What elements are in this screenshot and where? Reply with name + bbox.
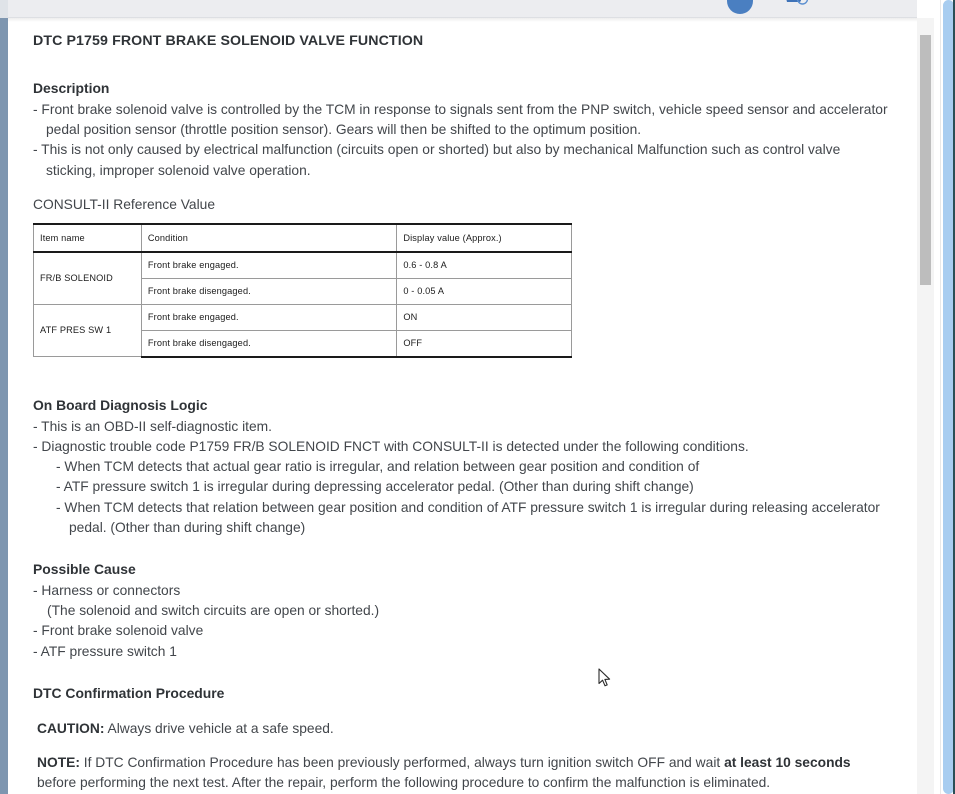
top-toolbar [8, 0, 917, 18]
header-item-name: Item name [33, 222, 142, 253]
left-sidebar-strip[interactable] [0, 0, 8, 794]
table-row: ATF PRES SW 1 Front brake engaged. ON [33, 303, 572, 358]
user-avatar-icon[interactable] [727, 0, 753, 14]
section-heading-possible-cause: Possible Cause [33, 561, 136, 578]
cell-display-value: 0 - 0.05 A [396, 277, 572, 305]
caution-paragraph: CAUTION: Always drive vehicle at a safe … [33, 719, 893, 739]
obd-logic-line-5: - When TCM detects that relation between… [56, 499, 880, 535]
caution-label: CAUTION: [37, 720, 105, 736]
note-paragraph: NOTE: If DTC Confirmation Procedure has … [33, 753, 893, 793]
note-text-bold: at least 10 seconds [724, 755, 851, 771]
table-header-row: Item name Condition Display value (Appro… [33, 222, 572, 253]
cell-item-name: FR/B SOLENOID [33, 251, 142, 305]
consult-reference-table: Item name Condition Display value (Appro… [33, 222, 572, 358]
possible-cause-line-3: - Front brake solenoid valve [33, 623, 204, 639]
caution-text: Always drive vehicle at a safe speed. [104, 720, 334, 736]
note-label: NOTE: [37, 755, 80, 771]
section-heading-description: Description [33, 80, 110, 96]
cell-condition: Front brake engaged. [140, 303, 398, 331]
header-condition: Condition [140, 222, 398, 253]
note-text-after: before performing the next test. After t… [37, 775, 771, 791]
table-row: FR/B SOLENOID Front brake engaged. 0.6 -… [33, 251, 572, 305]
toolbar-icon-group [727, 0, 809, 18]
cell-item-name: ATF PRES SW 1 [33, 303, 142, 358]
obd-logic-line-3: - When TCM detects that actual gear rati… [56, 459, 700, 475]
obd-logic-line-4: - ATF pressure switch 1 is irregular dur… [56, 479, 694, 495]
cell-display-value: ON [396, 303, 572, 331]
obd-logic-line-1: - This is an OBD-II self-diagnostic item… [33, 418, 272, 434]
cart-icon[interactable] [783, 0, 809, 10]
obd-logic-line-2: - Diagnostic trouble code P1759 FR/B SOL… [33, 439, 749, 455]
possible-cause-line-2: (The solenoid and switch circuits are op… [47, 603, 380, 619]
possible-cause-line-4: - ATF pressure switch 1 [33, 643, 177, 659]
document-content: DTC P1759 FRONT BRAKE SOLENOID VALVE FUN… [8, 18, 917, 794]
note-text-before: If DTC Confirmation Procedure has been p… [79, 755, 725, 771]
cell-display-value: 0.6 - 0.8 A [396, 251, 572, 279]
cell-condition: Front brake disengaged. [140, 277, 398, 305]
reference-caption: CONSULT-II Reference Value [33, 196, 215, 212]
page-title: DTC P1759 FRONT BRAKE SOLENOID VALVE FUN… [33, 33, 424, 49]
possible-cause-line-1: - Harness or connectors [33, 583, 181, 599]
description-line-1: - Front brake solenoid valve is controll… [33, 102, 888, 138]
section-heading-dtc-confirmation: DTC Confirmation Procedure [33, 684, 225, 701]
document-viewport[interactable]: DTC P1759 FRONT BRAKE SOLENOID VALVE FUN… [8, 18, 917, 794]
description-line-2: - This is not only caused by electrical … [33, 142, 841, 178]
cell-condition: Front brake engaged. [140, 251, 398, 279]
section-heading-obd-logic: On Board Diagnosis Logic [33, 396, 208, 413]
reference-table-wrap: Item name Condition Display value (Appro… [33, 222, 572, 358]
app-window: DTC P1759 FRONT BRAKE SOLENOID VALVE FUN… [0, 0, 955, 794]
cell-display-value: OFF [396, 329, 572, 358]
header-display-value: Display value (Approx.) [396, 222, 572, 253]
document-scrollbar-thumb[interactable] [920, 35, 931, 285]
left-sidebar-strip-top [0, 0, 8, 18]
cell-condition: Front brake disengaged. [140, 329, 398, 358]
